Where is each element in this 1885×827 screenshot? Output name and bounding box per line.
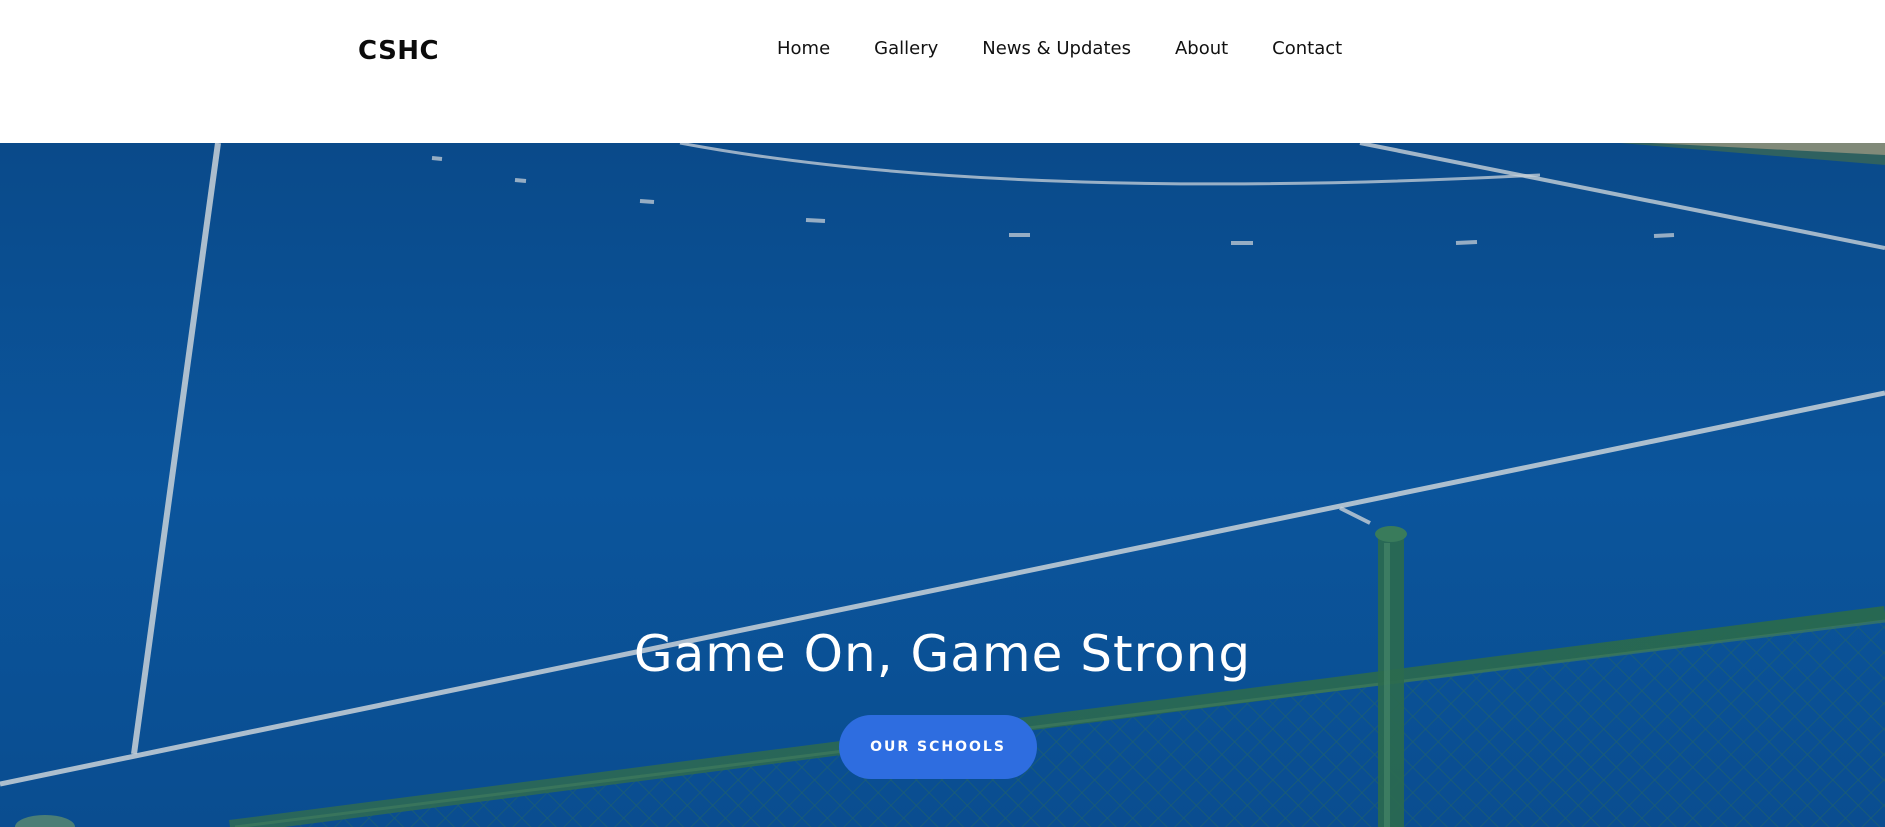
nav-link-home[interactable]: Home [777,38,830,59]
hero-section: Game On, Game Strong OUR SCHOOLS [0,143,1885,827]
site-header: CSHC Home Gallery News & Updates About C… [0,0,1885,143]
nav-link-about[interactable]: About [1175,38,1228,59]
our-schools-button[interactable]: OUR SCHOOLS [839,715,1037,779]
main-nav: Home Gallery News & Updates About Contac… [777,38,1342,59]
nav-link-news-updates[interactable]: News & Updates [982,38,1131,59]
nav-link-gallery[interactable]: Gallery [874,38,938,59]
site-logo[interactable]: CSHC [358,36,439,66]
nav-link-contact[interactable]: Contact [1272,38,1342,59]
hero-title: Game On, Game Strong [633,625,1252,683]
